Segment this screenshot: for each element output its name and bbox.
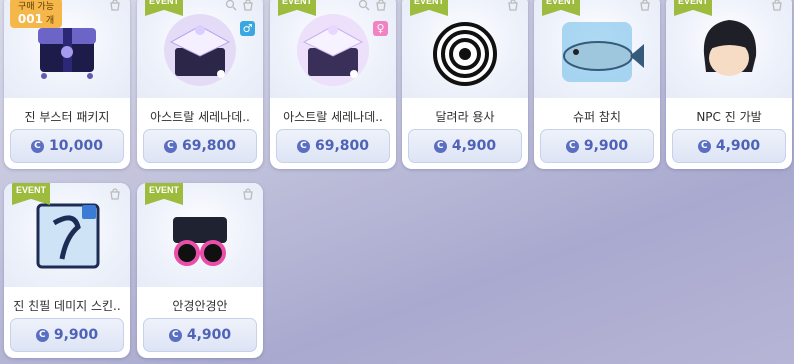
shopping-bag-icon[interactable] bbox=[109, 188, 121, 200]
price-button[interactable]: C 9,900 bbox=[540, 129, 654, 163]
limit-label: 구매 가능 bbox=[18, 2, 54, 12]
price-button[interactable]: C 9,900 bbox=[10, 318, 124, 352]
product-art bbox=[270, 0, 396, 98]
spiral-icon bbox=[433, 22, 497, 86]
product-card[interactable]: EVENT ♀ 아스트랄 세레나데.. C 69,800 bbox=[270, 0, 396, 169]
product-name: NPC 진 가발 bbox=[696, 110, 762, 124]
price-value: 10,000 bbox=[48, 138, 104, 154]
product-name: 슈퍼 참치 bbox=[573, 110, 621, 124]
price-button[interactable]: C 10,000 bbox=[10, 129, 124, 163]
product-card[interactable]: EVENT ♂ 아스트랄 세레나데.. C 69,800 bbox=[137, 0, 263, 169]
price-value: 69,800 bbox=[314, 138, 370, 154]
price-button[interactable]: C 4,900 bbox=[143, 318, 257, 352]
price-button[interactable]: C 69,800 bbox=[143, 129, 257, 163]
product-art bbox=[402, 0, 528, 98]
product-art bbox=[534, 0, 660, 98]
male-icon: ♂ bbox=[240, 21, 255, 36]
shopping-bag-icon[interactable] bbox=[242, 0, 254, 11]
shopping-bag-icon[interactable] bbox=[375, 0, 387, 11]
shopping-bag-icon[interactable] bbox=[109, 0, 121, 11]
female-icon: ♀ bbox=[373, 21, 388, 36]
product-card[interactable]: 구매 가능 001 개 진 부스터 패키지 C 10,000 bbox=[4, 0, 130, 169]
astral-box-icon bbox=[297, 14, 369, 86]
price-value: 69,800 bbox=[181, 138, 237, 154]
magnify-icon[interactable] bbox=[225, 0, 237, 11]
purchase-limit-badge: 구매 가능 001 개 bbox=[10, 0, 62, 28]
product-card[interactable]: EVENT 진 친필 데미지 스킨.. C 9,900 bbox=[4, 183, 130, 358]
limit-unit: 개 bbox=[45, 16, 55, 26]
shopping-bag-icon[interactable] bbox=[639, 0, 651, 11]
coin-icon: C bbox=[697, 139, 711, 153]
shopping-bag-icon[interactable] bbox=[242, 188, 254, 200]
price-value: 9,900 bbox=[583, 138, 629, 154]
astral-box-icon bbox=[164, 14, 236, 86]
product-name: 아스트랄 세레나데.. bbox=[150, 110, 250, 124]
price-value: 4,900 bbox=[715, 138, 761, 154]
price-button[interactable]: C 4,900 bbox=[672, 129, 786, 163]
coin-icon: C bbox=[30, 139, 44, 153]
wig-icon bbox=[703, 20, 757, 76]
product-art bbox=[666, 0, 792, 98]
coin-icon: C bbox=[565, 139, 579, 153]
product-card[interactable]: EVENT 달려라 용사 C 4,900 bbox=[402, 0, 528, 169]
tuna-icon bbox=[562, 22, 644, 82]
product-card[interactable]: EVENT NPC 진 가발 C 4,900 bbox=[666, 0, 792, 169]
product-name: 진 친필 데미지 스킨.. bbox=[13, 299, 121, 313]
coin-icon: C bbox=[35, 328, 49, 342]
coin-icon: C bbox=[168, 328, 182, 342]
magnify-icon[interactable] bbox=[358, 0, 370, 11]
product-name: 달려라 용사 bbox=[435, 110, 495, 124]
price-button[interactable]: C 4,900 bbox=[408, 129, 522, 163]
price-value: 4,900 bbox=[451, 138, 497, 154]
price-button[interactable]: C 69,800 bbox=[276, 129, 390, 163]
product-name: 진 부스터 패키지 bbox=[24, 110, 110, 124]
product-name: 안경안경안 bbox=[172, 299, 228, 313]
shopping-bag-icon[interactable] bbox=[507, 0, 519, 11]
product-card[interactable]: EVENT 안경안경안 C 4,900 bbox=[137, 183, 263, 358]
product-art bbox=[137, 0, 263, 98]
price-value: 9,900 bbox=[53, 327, 99, 343]
coin-icon: C bbox=[433, 139, 447, 153]
coin-icon: C bbox=[296, 139, 310, 153]
coin-icon: C bbox=[163, 139, 177, 153]
product-card[interactable]: EVENT 슈퍼 참치 C 9,900 bbox=[534, 0, 660, 169]
shopping-bag-icon[interactable] bbox=[771, 0, 783, 11]
price-value: 4,900 bbox=[186, 327, 232, 343]
product-name: 아스트랄 세레나데.. bbox=[283, 110, 383, 124]
limit-count: 001 bbox=[17, 12, 43, 26]
